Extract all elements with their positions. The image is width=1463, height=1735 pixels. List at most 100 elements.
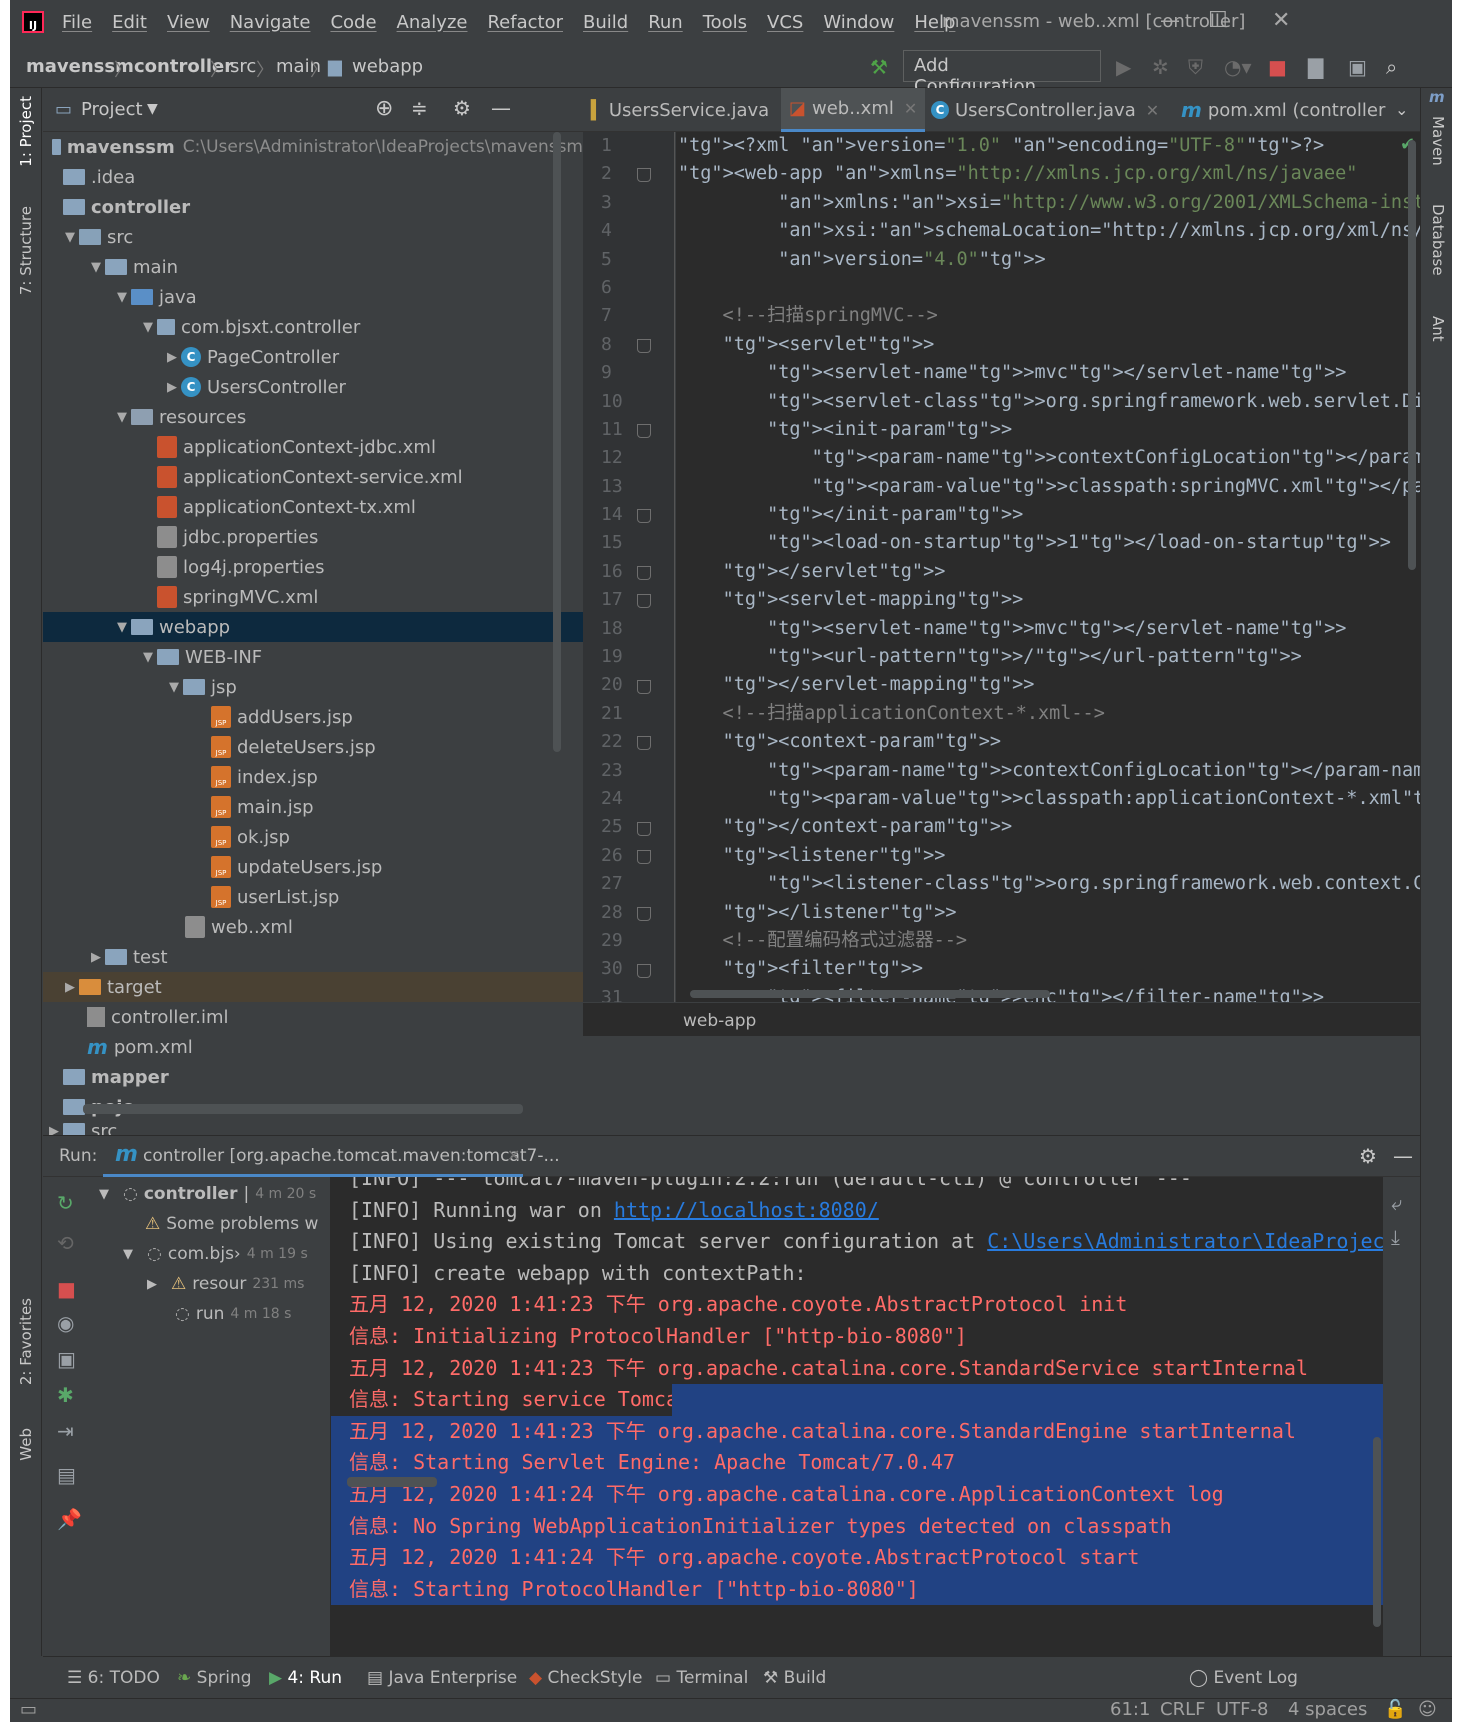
tab-ant[interactable]: Ant bbox=[1429, 316, 1447, 342]
project-structure-icon[interactable]: ▇ bbox=[1308, 55, 1323, 79]
tree-item-idea[interactable]: .idea bbox=[43, 162, 583, 192]
chevron-right-icon[interactable]: ▶ bbox=[61, 980, 79, 995]
minimize-icon[interactable]: — bbox=[1160, 8, 1180, 32]
tree-item-resources[interactable]: ▼ resources bbox=[43, 402, 583, 432]
close-tab-icon[interactable]: ✕ bbox=[507, 1146, 520, 1165]
close-icon[interactable]: ✕ bbox=[1272, 8, 1290, 33]
editor-scrollbar[interactable] bbox=[1408, 140, 1416, 570]
tool-checkstyle[interactable]: ◆ CheckStyle bbox=[529, 1668, 642, 1688]
tree-item-file[interactable]: JSP main.jsp bbox=[43, 792, 583, 822]
menu-tools[interactable]: Tools bbox=[703, 12, 747, 33]
chevron-down-icon[interactable]: ▼ bbox=[139, 650, 157, 665]
pin-icon[interactable]: 📌 bbox=[57, 1507, 82, 1531]
tree-item-file[interactable]: JSP deleteUsers.jsp bbox=[43, 732, 583, 762]
tree-item-iml[interactable]: controller.iml bbox=[43, 1002, 583, 1032]
fold-marker-icon[interactable] bbox=[637, 850, 651, 864]
chevron-down-icon[interactable]: ⌄ bbox=[1395, 100, 1408, 119]
chevron-right-icon[interactable]: ▶ bbox=[87, 950, 105, 965]
fold-marker-icon[interactable] bbox=[637, 736, 651, 751]
chevron-right-icon[interactable]: ▶ bbox=[163, 350, 181, 365]
code-editor[interactable]: "tg"><?xml "an">version="1.0" "an">encod… bbox=[676, 132, 1420, 1002]
tree-item-controller[interactable]: controller bbox=[43, 192, 583, 222]
config-path-link[interactable]: C:\Users\Administrator\IdeaProjec bbox=[987, 1229, 1383, 1253]
tree-item-web-xml[interactable]: web..xml bbox=[43, 912, 583, 942]
chevron-down-icon[interactable]: ▼ bbox=[99, 1187, 117, 1202]
tool-spring[interactable]: ❧ Spring bbox=[177, 1668, 252, 1688]
tool-run[interactable]: ▶ 4: Run bbox=[269, 1668, 342, 1688]
run-tab-controller[interactable]: controller [org.apache.tomcat.maven:tomc… bbox=[143, 1146, 560, 1166]
locate-icon[interactable]: ⊕ bbox=[375, 96, 393, 121]
run-tree-controller[interactable]: ▼ ◌ controller | 4 m 20 s bbox=[91, 1179, 330, 1209]
coverage-icon[interactable]: ⛨ bbox=[1188, 55, 1203, 79]
tree-item-file[interactable]: log4j.properties bbox=[43, 552, 583, 582]
add-configuration-button[interactable]: Add Configuration... bbox=[903, 50, 1101, 97]
layout-icon[interactable]: ▤ bbox=[57, 1463, 76, 1487]
chevron-right-icon[interactable]: ▶ bbox=[163, 380, 181, 395]
chevron-right-icon[interactable]: ▶ bbox=[45, 1124, 63, 1136]
gear-icon[interactable]: ⚙ bbox=[1359, 1144, 1377, 1168]
eye-icon[interactable]: ◉ bbox=[57, 1311, 74, 1335]
close-tab-icon[interactable]: ✕ bbox=[904, 99, 917, 118]
tree-item-file[interactable]: JSP updateUsers.jsp bbox=[43, 852, 583, 882]
collapse-all-icon[interactable]: ≑ bbox=[411, 96, 428, 120]
rerun-failed-icon[interactable]: ⟲ bbox=[57, 1231, 74, 1255]
fold-marker-icon[interactable] bbox=[637, 509, 651, 524]
hide-panel-icon[interactable]: — bbox=[491, 96, 511, 120]
scroll-to-end-icon[interactable]: ⤓ bbox=[1391, 1225, 1400, 1249]
fold-marker-icon[interactable] bbox=[637, 821, 651, 836]
chevron-down-icon[interactable]: ▼ bbox=[165, 680, 183, 695]
tab-web-xml[interactable]: ◪ web..xml ✕ bbox=[781, 88, 926, 132]
search-icon[interactable]: ⌕ bbox=[1386, 55, 1397, 79]
stop-icon[interactable]: ■ bbox=[1268, 55, 1287, 79]
tree-item-package[interactable]: ▼ com.bjsxt.controller bbox=[43, 312, 583, 342]
tab-usersservice[interactable]: ▍UsersService.java✕ bbox=[583, 88, 801, 132]
horizontal-scrollbar[interactable] bbox=[83, 1104, 523, 1114]
menu-file[interactable]: File bbox=[62, 12, 92, 33]
lock-icon[interactable]: 🔓 bbox=[1384, 1699, 1406, 1720]
tree-item-file[interactable]: applicationContext-tx.xml bbox=[43, 492, 583, 522]
breadcrumb-web-app[interactable]: web-app bbox=[683, 1011, 756, 1031]
tree-item-pagecontroller[interactable]: ▶ C PageController bbox=[43, 342, 583, 372]
chevron-down-icon[interactable]: ▼ bbox=[147, 101, 158, 117]
fold-marker-icon[interactable] bbox=[637, 566, 651, 580]
fold-marker-icon[interactable] bbox=[637, 168, 651, 183]
tab-userscontroller[interactable]: C UsersController.java ✕ bbox=[923, 88, 1167, 132]
tree-item-file[interactable]: JSP index.jsp bbox=[43, 762, 583, 792]
tree-item-file[interactable]: applicationContext-jdbc.xml bbox=[43, 432, 583, 462]
tree-item-src[interactable]: ▶ src bbox=[43, 1122, 583, 1135]
indent-setting[interactable]: 4 spaces bbox=[1288, 1699, 1367, 1720]
run-tree-resources[interactable]: ▶ ⚠ resour 231 ms bbox=[91, 1269, 330, 1299]
chevron-right-icon[interactable]: ▶ bbox=[147, 1277, 165, 1292]
menu-refactor[interactable]: Refactor bbox=[487, 12, 563, 33]
tree-item-mavenssm[interactable]: mavenssm C:\Users\Administrator\IdeaProje… bbox=[43, 132, 583, 162]
run-tree-com-bjs[interactable]: ▼ ◌ com.bjs› 4 m 19 s bbox=[91, 1239, 330, 1269]
chevron-down-icon[interactable]: ▼ bbox=[139, 320, 157, 335]
caret-position[interactable]: 61:1 bbox=[1110, 1699, 1150, 1720]
vertical-scrollbar[interactable] bbox=[553, 132, 561, 752]
tab-maven[interactable]: Maven bbox=[1429, 116, 1447, 166]
tab-favorites[interactable]: 2: Favorites bbox=[17, 1298, 35, 1385]
run-tree-problems[interactable]: ⚠ Some problems w bbox=[91, 1209, 330, 1239]
fold-marker-icon[interactable] bbox=[637, 906, 651, 921]
tree-item-userscontroller[interactable]: ▶ C UsersController bbox=[43, 372, 583, 402]
tool-todo[interactable]: ☰ 6: TODO bbox=[67, 1668, 160, 1688]
menu-build[interactable]: Build bbox=[583, 12, 628, 33]
run-tree-run[interactable]: ◌ run 4 m 18 s bbox=[91, 1299, 330, 1329]
breadcrumb-webapp[interactable]: webapp bbox=[352, 56, 423, 77]
chevron-down-icon[interactable]: ▼ bbox=[113, 410, 131, 425]
tree-item-jsp[interactable]: ▼ jsp bbox=[43, 672, 583, 702]
tool-event-log[interactable]: ◯ Event Log bbox=[1189, 1668, 1298, 1688]
console-horizontal-scrollbar[interactable] bbox=[347, 1477, 437, 1487]
exit-icon[interactable]: ⇥ bbox=[57, 1419, 74, 1443]
tree-item-file[interactable]: springMVC.xml bbox=[43, 582, 583, 612]
tree-item-pom[interactable]: m pom.xml bbox=[43, 1032, 583, 1062]
chevron-down-icon[interactable]: ▼ bbox=[61, 230, 79, 245]
profile-icon[interactable]: ◔▾ bbox=[1224, 55, 1252, 79]
menu-window[interactable]: Window bbox=[823, 12, 894, 33]
tree-item-java[interactable]: ▼ java bbox=[43, 282, 583, 312]
console-vertical-scrollbar[interactable] bbox=[1373, 1437, 1381, 1627]
line-separator[interactable]: CRLF bbox=[1160, 1699, 1205, 1720]
close-tab-icon[interactable]: ✕ bbox=[1146, 101, 1159, 120]
menu-edit[interactable]: Edit bbox=[112, 12, 147, 33]
menu-analyze[interactable]: Analyze bbox=[397, 12, 468, 33]
